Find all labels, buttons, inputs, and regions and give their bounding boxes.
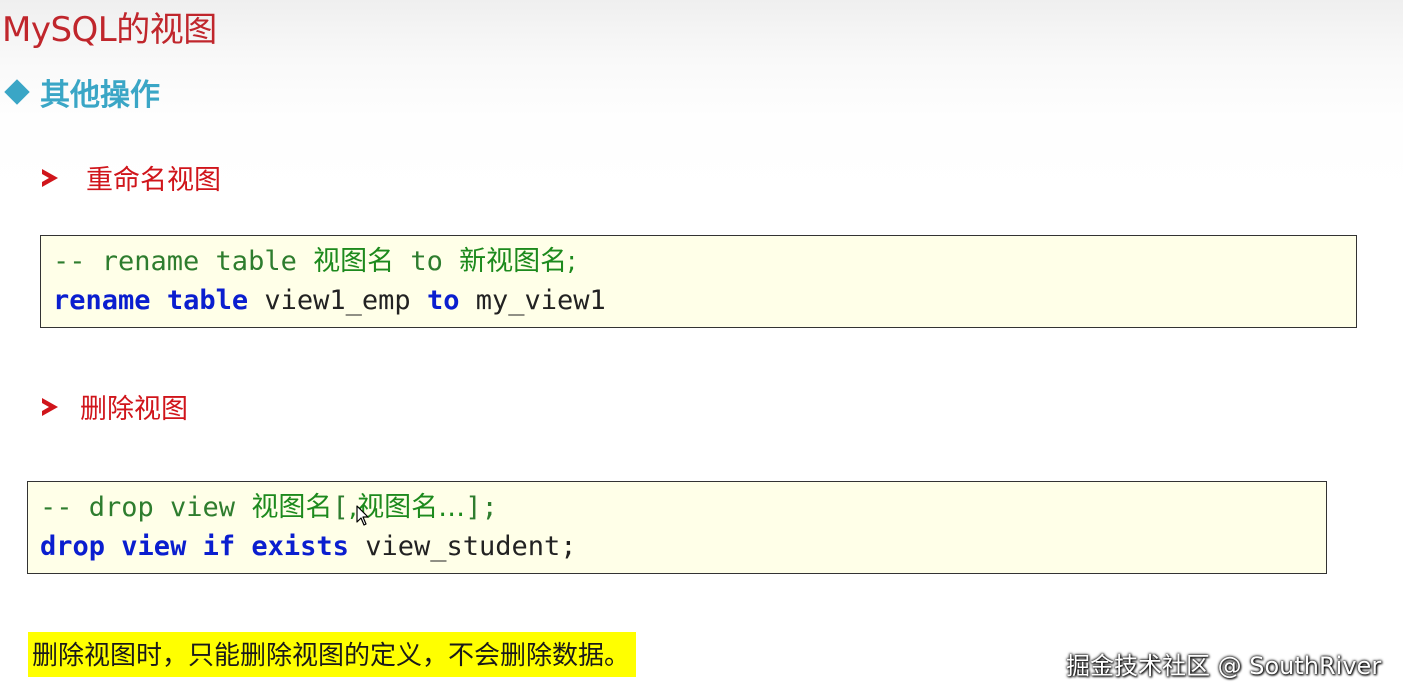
drop-heading: 删除视图 bbox=[42, 387, 188, 426]
drop-heading-text: 删除视图 bbox=[80, 394, 188, 425]
drop-comment-line: -- drop view 视图名[,视图名…]; bbox=[40, 488, 1314, 527]
code-keyword: rename bbox=[53, 285, 151, 316]
code-comment: 视图名 bbox=[251, 492, 333, 523]
diamond-icon bbox=[4, 79, 30, 105]
arrow-right-icon bbox=[42, 397, 58, 416]
code-identifier: view_student; bbox=[365, 531, 577, 562]
section-heading-text: 其他操作 bbox=[40, 78, 160, 113]
rename-statement-line: rename table view1_emp to my_view1 bbox=[53, 281, 1344, 320]
watermark: 掘金技术社区 @ SouthRiver bbox=[1066, 652, 1382, 680]
code-identifier: my_view1 bbox=[475, 285, 606, 316]
code-comment: ]; bbox=[465, 492, 498, 523]
arrow-right-icon bbox=[42, 168, 58, 187]
code-keyword: to bbox=[426, 285, 460, 316]
code-keyword: drop bbox=[40, 531, 106, 562]
code-comment: to bbox=[394, 246, 460, 277]
drop-code-block: -- drop view 视图名[,视图名…]; drop view if exi… bbox=[27, 481, 1327, 574]
code-keyword: view bbox=[121, 531, 187, 562]
code-identifier: view1_emp bbox=[264, 285, 411, 316]
page-title: MySQL的视图 bbox=[2, 10, 217, 50]
code-comment: 视图名 bbox=[313, 246, 395, 277]
code-comment: -- drop view bbox=[40, 492, 252, 523]
code-comment: -- rename table bbox=[53, 246, 314, 277]
code-comment: 新视图名; bbox=[459, 246, 577, 277]
rename-heading: 重命名视图 bbox=[42, 158, 221, 197]
code-keyword: if bbox=[202, 531, 236, 562]
drop-statement-line: drop view if exists view_student; bbox=[40, 527, 1314, 566]
code-keyword: table bbox=[166, 285, 249, 316]
rename-heading-text: 重命名视图 bbox=[86, 165, 221, 196]
rename-comment-line: -- rename table 视图名 to 新视图名; bbox=[53, 242, 1344, 281]
section-heading: 其他操作 bbox=[4, 70, 160, 114]
rename-code-block: -- rename table 视图名 to 新视图名; rename table… bbox=[40, 235, 1357, 328]
code-keyword: exists bbox=[251, 531, 349, 562]
note-highlight: 删除视图时，只能删除视图的定义，不会删除数据。 bbox=[28, 632, 637, 677]
code-comment: [ bbox=[332, 492, 349, 523]
mouse-pointer-icon bbox=[356, 505, 369, 526]
